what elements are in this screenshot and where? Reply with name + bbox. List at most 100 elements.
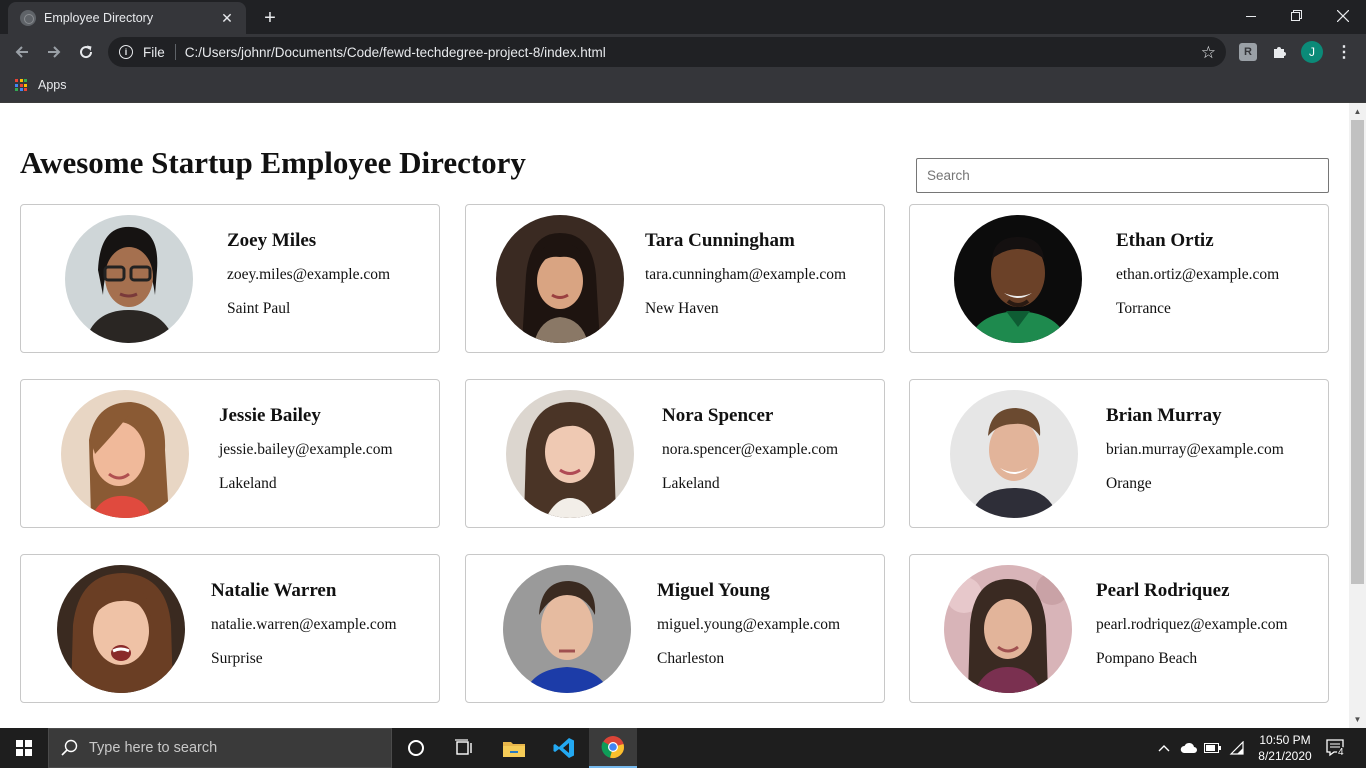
apps-grid-icon [15, 79, 27, 91]
new-tab-button[interactable]: + [258, 6, 282, 30]
employee-email: miguel.young@example.com [657, 616, 841, 633]
employee-card[interactable]: Pearl Rodriquez pearl.rodriquez@example.… [909, 554, 1329, 703]
employee-card[interactable]: Miguel Young miguel.young@example.com Ch… [465, 554, 885, 703]
employee-name: Nora Spencer [662, 405, 774, 426]
employee-city: Charleston [657, 650, 725, 667]
notification-icon [1326, 739, 1347, 757]
employee-card[interactable]: Natalie Warren natalie.warren@example.co… [20, 554, 440, 703]
scroll-thumb[interactable] [1351, 120, 1364, 584]
employee-email: jessie.bailey@example.com [219, 441, 393, 458]
browser-toolbar: i File C:/Users/johnr/Documents/Code/few… [0, 34, 1366, 70]
browser-tab[interactable]: Employee Directory ✕ [8, 2, 246, 34]
employee-photo [944, 565, 1072, 693]
search-input[interactable] [916, 158, 1329, 193]
windows-taskbar: Type here to search 10:50 PM 8/21/2020 4 [0, 728, 1366, 768]
employee-email: pearl.rodriquez@example.com [1096, 616, 1288, 633]
employee-card[interactable]: Nora Spencer nora.spencer@example.com La… [465, 379, 885, 528]
reload-button[interactable] [72, 38, 100, 66]
vscode-button[interactable] [540, 728, 588, 768]
globe-icon [20, 10, 36, 26]
scroll-down-arrow-icon[interactable]: ▼ [1349, 711, 1366, 728]
url-text[interactable]: C:/Users/johnr/Documents/Code/fewd-techd… [185, 45, 606, 60]
employee-info: Zoey Miles zoey.miles@example.com Saint … [227, 230, 390, 318]
employee-email: tara.cunningham@example.com [645, 266, 847, 283]
wifi-icon [1229, 741, 1244, 755]
cloud-icon [1180, 742, 1197, 753]
reload-icon [80, 45, 93, 59]
employee-info: Brian Murray brian.murray@example.com Or… [1106, 405, 1284, 493]
clock-time: 10:50 PM [1259, 733, 1311, 747]
employee-card[interactable]: Zoey Miles zoey.miles@example.com Saint … [20, 204, 440, 353]
employee-info: Nora Spencer nora.spencer@example.com La… [662, 405, 838, 493]
employee-email: ethan.ortiz@example.com [1116, 266, 1280, 283]
restore-button[interactable] [1274, 0, 1320, 32]
cortana-circle-icon [408, 740, 424, 756]
scroll-up-arrow-icon[interactable]: ▲ [1349, 103, 1366, 120]
extension-r-icon[interactable]: R [1239, 43, 1257, 61]
employee-name: Jessie Bailey [219, 405, 321, 426]
chrome-taskbar-button[interactable] [589, 728, 637, 768]
folder-icon [503, 742, 525, 757]
chrome-icon [601, 736, 624, 758]
employee-name: Pearl Rodriquez [1096, 580, 1230, 601]
employee-info: Pearl Rodriquez pearl.rodriquez@example.… [1096, 580, 1288, 668]
search-icon [61, 739, 78, 756]
start-button[interactable] [0, 728, 48, 768]
employee-photo [503, 565, 631, 693]
restore-icon [1291, 10, 1302, 21]
arrow-right-icon [48, 46, 61, 58]
task-view-button[interactable] [440, 728, 488, 768]
employee-city: Surprise [211, 650, 263, 667]
system-clock[interactable]: 10:50 PM 8/21/2020 [1250, 732, 1320, 764]
vscode-icon [553, 738, 574, 758]
employee-photo [57, 565, 185, 693]
show-hidden-icons-button[interactable] [1154, 728, 1174, 768]
close-tab-icon[interactable]: ✕ [218, 9, 236, 27]
action-center-button[interactable]: 4 [1322, 728, 1352, 768]
profile-avatar[interactable]: J [1301, 41, 1323, 63]
clock-date: 8/21/2020 [1258, 749, 1312, 763]
employee-name: Brian Murray [1106, 405, 1222, 426]
windows-logo-icon [16, 740, 32, 756]
employee-card[interactable]: Ethan Ortiz ethan.ortiz@example.com Torr… [909, 204, 1329, 353]
onedrive-button[interactable] [1178, 728, 1200, 768]
scheme-label: File [143, 44, 165, 60]
employee-email: nora.spencer@example.com [662, 441, 839, 458]
employee-city: Lakeland [662, 475, 720, 492]
info-icon[interactable]: i [119, 45, 133, 59]
tab-title: Employee Directory [44, 11, 154, 25]
employee-email: natalie.warren@example.com [211, 616, 397, 633]
battery-button[interactable] [1202, 728, 1224, 768]
browser-tab-strip: Employee Directory ✕ + [0, 0, 1366, 34]
network-button[interactable] [1226, 728, 1248, 768]
employee-info: Natalie Warren natalie.warren@example.co… [211, 580, 397, 668]
bookmark-star-icon[interactable]: ☆ [1201, 43, 1216, 63]
battery-icon [1204, 743, 1221, 753]
employee-info: Tara Cunningham tara.cunningham@example.… [645, 230, 846, 318]
extensions-puzzle-icon[interactable] [1270, 43, 1288, 61]
employee-card[interactable]: Tara Cunningham tara.cunningham@example.… [465, 204, 885, 353]
taskbar-search-box[interactable]: Type here to search [48, 728, 392, 768]
employee-email: brian.murray@example.com [1106, 441, 1284, 458]
minimize-button[interactable] [1228, 0, 1274, 32]
task-view-icon [455, 739, 472, 755]
employee-name: Zoey Miles [227, 230, 317, 251]
file-explorer-button[interactable] [490, 728, 538, 768]
apps-shortcut[interactable]: Apps [15, 78, 67, 92]
employee-city: Pompano Beach [1096, 650, 1198, 667]
employee-photo [506, 390, 634, 518]
employee-card[interactable]: Jessie Bailey jessie.bailey@example.com … [20, 379, 440, 528]
page-scrollbar[interactable]: ▲ ▼ [1349, 103, 1366, 728]
page-viewport: Awesome Startup Employee Directory Zoey … [0, 103, 1366, 728]
employee-card[interactable]: Brian Murray brian.murray@example.com Or… [909, 379, 1329, 528]
employee-email: zoey.miles@example.com [227, 266, 391, 283]
back-button[interactable] [8, 38, 36, 66]
cortana-button[interactable] [392, 728, 440, 768]
puzzle-icon [1274, 47, 1286, 58]
arrow-left-icon [15, 46, 28, 58]
employee-city: Saint Paul [227, 300, 291, 317]
forward-button[interactable] [40, 38, 68, 66]
kebab-menu-icon[interactable]: ⋮ [1334, 42, 1354, 62]
close-window-button[interactable] [1320, 0, 1366, 32]
address-bar[interactable]: i File C:/Users/johnr/Documents/Code/few… [108, 37, 1226, 67]
